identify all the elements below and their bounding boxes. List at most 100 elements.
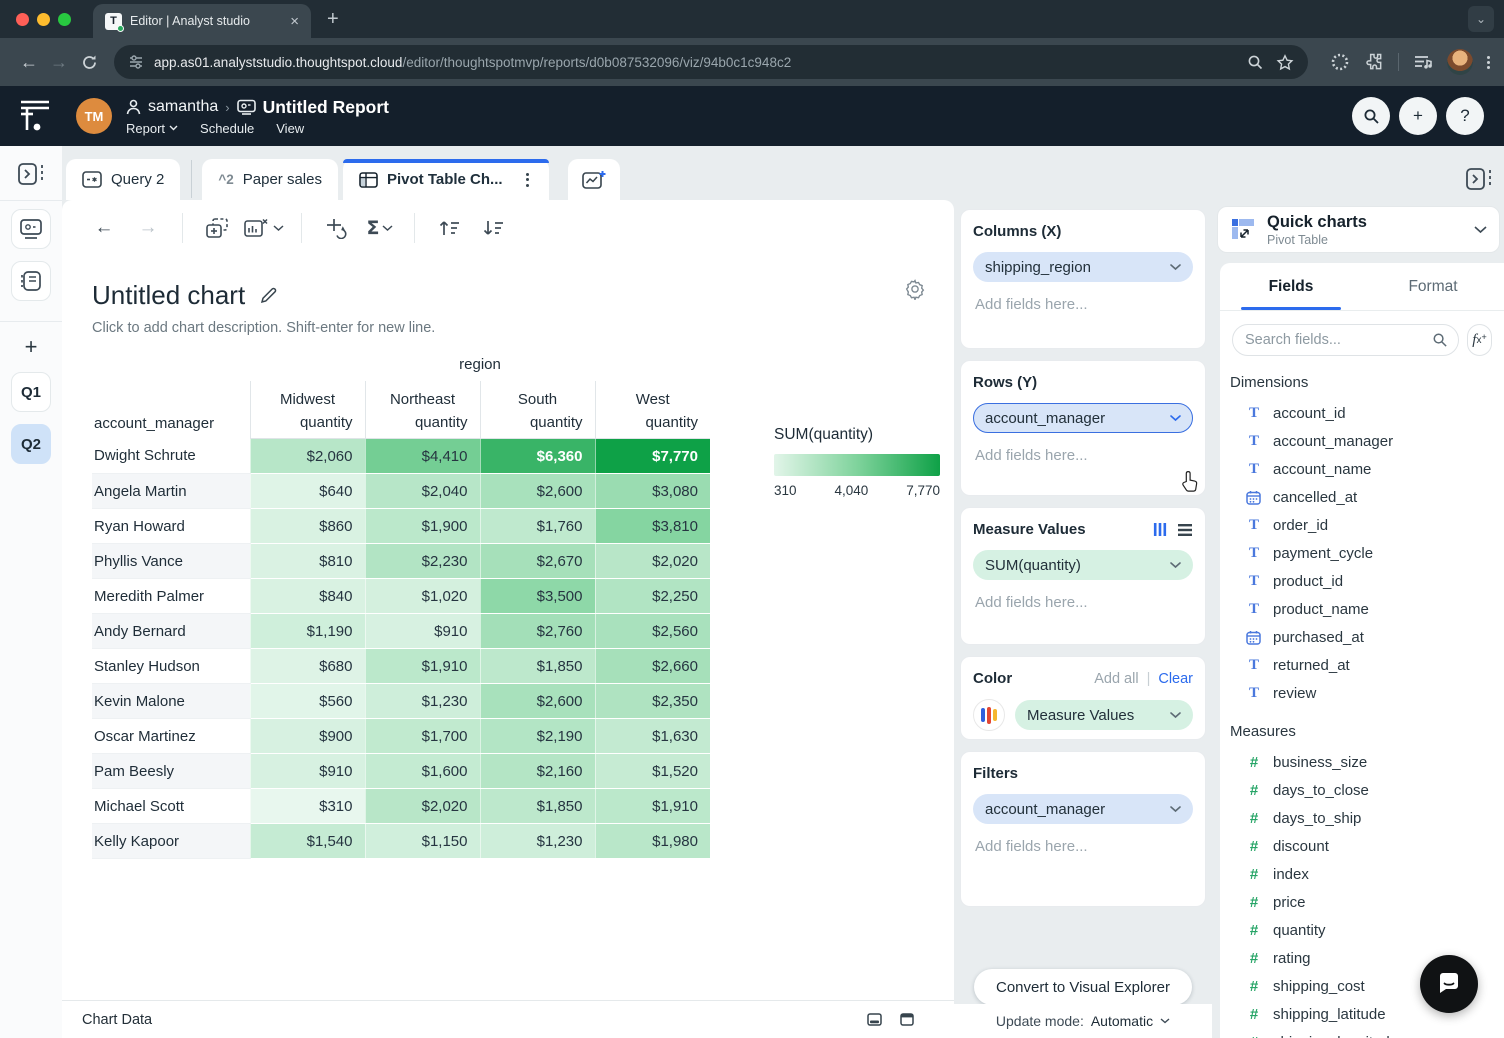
field-item-purchased_at[interactable]: purchased_at	[1230, 623, 1504, 651]
expand-panel-icon[interactable]	[1466, 168, 1492, 190]
tab-search-chevron-icon[interactable]: ⌄	[1468, 6, 1494, 32]
value-cell[interactable]: $810	[250, 544, 365, 579]
value-cell[interactable]: $7,770	[595, 439, 710, 474]
field-item-returned_at[interactable]: Treturned_at	[1230, 651, 1504, 679]
value-cell[interactable]: $1,190	[250, 614, 365, 649]
field-item-account_manager[interactable]: Taccount_manager	[1230, 427, 1504, 455]
undo-button[interactable]: ←	[87, 211, 121, 245]
search-fields-box[interactable]	[1232, 324, 1459, 356]
value-cell[interactable]: $1,850	[480, 789, 595, 824]
field-item-days_to_ship[interactable]: #days_to_ship	[1230, 804, 1504, 832]
add-formula-button[interactable]: fx+	[1467, 324, 1492, 356]
field-item-product_name[interactable]: Tproduct_name	[1230, 595, 1504, 623]
swap-axes-button[interactable]	[319, 211, 353, 245]
value-cell[interactable]: $900	[250, 719, 365, 754]
site-info-icon[interactable]	[128, 54, 144, 70]
breadcrumb-report-title[interactable]: Untitled Report	[263, 97, 389, 118]
thoughtspot-logo-icon[interactable]	[20, 99, 50, 133]
value-cell[interactable]: $1,700	[365, 719, 480, 754]
value-cell[interactable]: $1,150	[365, 824, 480, 859]
extensions-puzzle-icon[interactable]	[1364, 52, 1384, 72]
field-item-shipping_longitude[interactable]: #shipping_longitude	[1230, 1028, 1504, 1038]
value-cell[interactable]: $2,760	[480, 614, 595, 649]
value-cell[interactable]: $2,250	[595, 579, 710, 614]
add-fields-placeholder[interactable]: Add fields here...	[973, 836, 1193, 857]
field-pill[interactable]: shipping_region	[973, 252, 1193, 282]
aggregate-button[interactable]: Σ	[363, 211, 397, 245]
value-cell[interactable]: $1,020	[365, 579, 480, 614]
sidebar-item-q1[interactable]: Q1	[11, 372, 51, 412]
value-cell[interactable]: $2,600	[480, 474, 595, 509]
minimize-window-button[interactable]	[37, 13, 50, 26]
field-item-product_id[interactable]: Tproduct_id	[1230, 567, 1504, 595]
value-cell[interactable]: $1,540	[250, 824, 365, 859]
browser-profile-avatar[interactable]	[1447, 49, 1473, 75]
value-cell[interactable]: $1,630	[595, 719, 710, 754]
chart-description-placeholder[interactable]: Click to add chart description. Shift-en…	[92, 320, 924, 336]
add-query-button[interactable]: +	[25, 334, 38, 360]
field-pill[interactable]: account_manager	[973, 794, 1193, 824]
value-cell[interactable]: $3,500	[480, 579, 595, 614]
global-search-button[interactable]	[1352, 97, 1390, 135]
value-cell[interactable]: $560	[250, 684, 365, 719]
value-cell[interactable]: $2,230	[365, 544, 480, 579]
menu-report[interactable]: Report	[126, 121, 178, 136]
value-cell[interactable]: $840	[250, 579, 365, 614]
field-item-discount[interactable]: #discount	[1230, 832, 1504, 860]
bookmark-star-icon[interactable]	[1276, 54, 1294, 71]
tab-fields[interactable]: Fields	[1220, 263, 1362, 310]
value-cell[interactable]: $860	[250, 509, 365, 544]
quick-charts-dropdown[interactable]: Quick charts Pivot Table	[1217, 206, 1500, 253]
collapse-panel-icon[interactable]	[11, 156, 51, 192]
sidebar-datasets-button[interactable]	[11, 261, 51, 301]
field-item-cancelled_at[interactable]: cancelled_at	[1230, 483, 1504, 511]
close-window-button[interactable]	[16, 13, 29, 26]
row-label[interactable]: Phyllis Vance	[92, 544, 250, 579]
color-palette-icon[interactable]	[973, 699, 1005, 731]
value-cell[interactable]: $1,980	[595, 824, 710, 859]
field-item-days_to_close[interactable]: #days_to_close	[1230, 776, 1504, 804]
chart-settings-gear-icon[interactable]	[904, 278, 926, 300]
expand-panel-icon[interactable]	[900, 1013, 914, 1026]
field-item-price[interactable]: #price	[1230, 888, 1504, 916]
value-cell[interactable]: $2,660	[595, 649, 710, 684]
row-label[interactable]: Pam Beesly	[92, 754, 250, 789]
field-pill[interactable]: SUM(quantity)	[973, 550, 1193, 580]
field-item-business_size[interactable]: #business_size	[1230, 748, 1504, 776]
field-item-index[interactable]: #index	[1230, 860, 1504, 888]
value-cell[interactable]: $6,360	[480, 439, 595, 474]
zoom-page-icon[interactable]	[1247, 54, 1264, 71]
value-cell[interactable]: $2,160	[480, 754, 595, 789]
value-cell[interactable]: $680	[250, 649, 365, 684]
add-fields-placeholder[interactable]: Add fields here...	[973, 445, 1193, 466]
row-label[interactable]: Oscar Martinez	[92, 719, 250, 754]
breadcrumb-user[interactable]: samantha	[148, 98, 218, 116]
columns-layout-icon[interactable]	[1153, 522, 1167, 537]
browser-menu-icon[interactable]	[1487, 56, 1490, 69]
loading-spinner-icon[interactable]	[1330, 52, 1350, 72]
sort-descending-button[interactable]	[476, 211, 510, 245]
value-cell[interactable]: $4,410	[365, 439, 480, 474]
field-item-quantity[interactable]: #quantity	[1230, 916, 1504, 944]
media-controls-icon[interactable]	[1413, 53, 1433, 71]
value-cell[interactable]: $1,760	[480, 509, 595, 544]
edit-title-pencil-icon[interactable]	[259, 287, 277, 305]
row-label[interactable]: Andy Bernard	[92, 614, 250, 649]
value-cell[interactable]: $910	[365, 614, 480, 649]
new-tab-button[interactable]: +	[327, 8, 339, 31]
field-item-account_id[interactable]: Taccount_id	[1230, 399, 1504, 427]
field-pill[interactable]: account_manager	[973, 403, 1193, 433]
value-cell[interactable]: $2,020	[595, 544, 710, 579]
search-fields-input[interactable]	[1245, 332, 1432, 348]
value-cell[interactable]: $1,900	[365, 509, 480, 544]
row-label[interactable]: Michael Scott	[92, 789, 250, 824]
delete-chart-button[interactable]	[244, 211, 284, 245]
chart-title[interactable]: Untitled chart	[92, 280, 245, 311]
chat-support-button[interactable]	[1420, 955, 1478, 1013]
value-cell[interactable]: $2,350	[595, 684, 710, 719]
value-cell[interactable]: $1,520	[595, 754, 710, 789]
browser-tab[interactable]: T Editor | Analyst studio ×	[93, 4, 311, 38]
value-cell[interactable]: $910	[250, 754, 365, 789]
browser-forward-button[interactable]: →	[44, 47, 74, 77]
column-header[interactable]: Northeast	[365, 381, 480, 412]
